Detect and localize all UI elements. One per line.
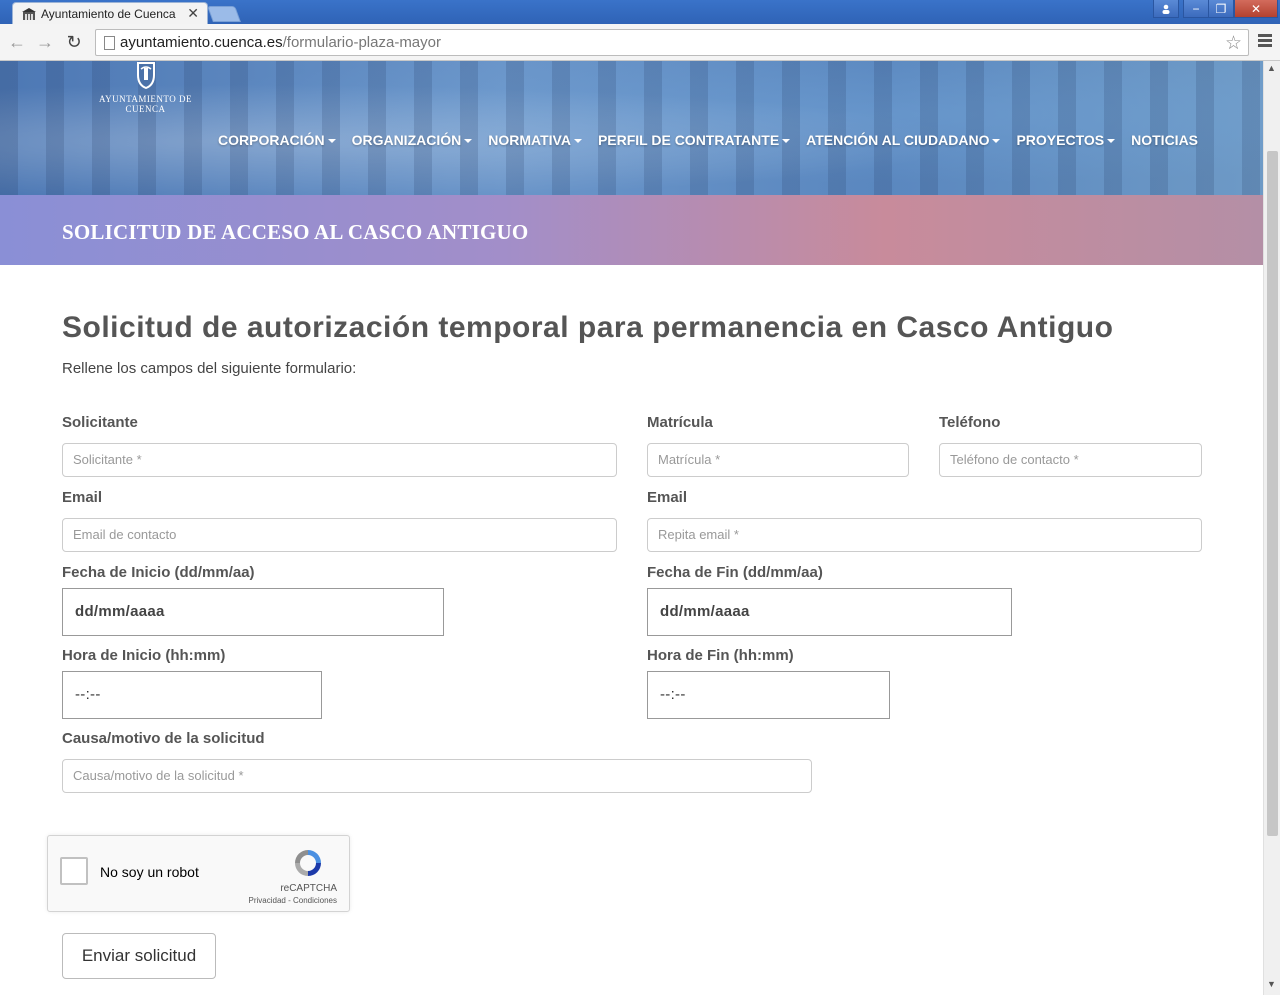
recaptcha-links[interactable]: Privacidad - Condiciones xyxy=(249,896,338,905)
vertical-scrollbar[interactable]: ▲ ▼ xyxy=(1263,61,1280,995)
hero-header: AYUNTAMIENTO DE CUENCA CORPORACIÓN ORGANI… xyxy=(0,61,1263,195)
solicitante-label: Solicitante xyxy=(62,414,138,431)
scroll-up-arrow-icon[interactable]: ▲ xyxy=(1267,63,1276,73)
email-confirm-input[interactable]: Repita email * xyxy=(647,518,1202,552)
caret-down-icon xyxy=(1107,139,1116,144)
fecha-inicio-input[interactable]: dd/mm/aaaa xyxy=(62,588,444,636)
nav-item-proyectos[interactable]: PROYECTOS xyxy=(1016,132,1116,148)
solicitante-input[interactable]: Solicitante * xyxy=(62,443,617,477)
hora-fin-input[interactable]: --:-- xyxy=(647,671,890,719)
fecha-fin-label: Fecha de Fin (dd/mm/aa) xyxy=(647,564,823,581)
fecha-inicio-label: Fecha de Inicio (dd/mm/aa) xyxy=(62,564,255,581)
forward-button[interactable]: → xyxy=(35,32,55,52)
email-confirm-label: Email xyxy=(647,489,688,506)
telefono-label: Teléfono xyxy=(939,414,1001,431)
caret-down-icon xyxy=(327,139,336,144)
browser-toolbar: ← → ↻ ayuntamiento.cuenca.es/formulario-… xyxy=(0,24,1280,61)
nav-item-perfil-de-contratante[interactable]: PERFIL DE CONTRATANTE xyxy=(598,132,791,148)
caret-down-icon xyxy=(464,139,473,144)
scroll-down-arrow-icon[interactable]: ▼ xyxy=(1267,979,1276,989)
browser-tab[interactable]: Ayuntamiento de Cuenca ✕ xyxy=(12,2,208,24)
submit-button[interactable]: Enviar solicitud xyxy=(62,933,216,979)
causa-input[interactable]: Causa/motivo de la solicitud * xyxy=(62,759,812,793)
email-label: Email xyxy=(62,489,103,506)
close-window-button[interactable]: ✕ xyxy=(1234,0,1278,18)
tab-title: Ayuntamiento de Cuenca xyxy=(41,7,176,21)
back-button[interactable]: ← xyxy=(7,32,27,52)
browser-titlebar: Ayuntamiento de Cuenca ✕ − ❐ ✕ xyxy=(0,0,1280,24)
recaptcha-widget: No soy un robot reCAPTCHA Privacidad - C… xyxy=(47,835,350,912)
site-logo[interactable]: AYUNTAMIENTO DE CUENCA xyxy=(78,61,213,114)
reload-button[interactable]: ↻ xyxy=(64,32,84,52)
matricula-input[interactable]: Matrícula * xyxy=(647,443,909,477)
banner-title: SOLICITUD DE ACCESO AL CASCO ANTIGUO xyxy=(62,220,529,244)
coat-of-arms-icon xyxy=(78,61,213,94)
town-hall-favicon-icon xyxy=(22,8,36,20)
causa-label: Causa/motivo de la solicitud xyxy=(62,730,265,747)
caret-down-icon xyxy=(992,139,1001,144)
recaptcha-brand: reCAPTCHA xyxy=(280,883,337,894)
new-tab-button[interactable] xyxy=(207,6,241,22)
scroll-thumb[interactable] xyxy=(1267,151,1278,836)
user-icon[interactable] xyxy=(1153,0,1179,18)
form-instructions: Rellene los campos del siguiente formula… xyxy=(62,360,357,377)
hora-inicio-label: Hora de Inicio (hh:mm) xyxy=(62,647,226,664)
hora-inicio-input[interactable]: --:-- xyxy=(62,671,322,719)
caret-down-icon xyxy=(573,139,582,144)
nav-item-noticias[interactable]: NOTICIAS xyxy=(1131,132,1198,148)
main-navigation: CORPORACIÓN ORGANIZACIÓN NORMATIVA PERFIL D… xyxy=(218,132,1214,148)
recaptcha-logo-icon xyxy=(295,850,321,876)
telefono-input[interactable]: Teléfono de contacto * xyxy=(939,443,1202,477)
page-icon xyxy=(104,36,115,50)
nav-item-organizaci-n[interactable]: ORGANIZACIÓN xyxy=(352,132,473,148)
maximize-button[interactable]: ❐ xyxy=(1208,0,1234,18)
recaptcha-checkbox[interactable] xyxy=(60,857,88,885)
minimize-button[interactable]: − xyxy=(1183,0,1209,18)
chrome-menu-icon[interactable] xyxy=(1258,34,1272,48)
form-section: Solicitud de autorización temporal para … xyxy=(0,265,1263,995)
caret-down-icon xyxy=(782,139,791,144)
page-banner: SOLICITUD DE ACCESO AL CASCO ANTIGUO xyxy=(0,195,1263,265)
bookmark-star-icon[interactable]: ☆ xyxy=(1225,32,1242,55)
nav-item-normativa[interactable]: NORMATIVA xyxy=(488,132,582,148)
tab-close-icon[interactable]: ✕ xyxy=(187,5,199,22)
hora-fin-label: Hora de Fin (hh:mm) xyxy=(647,647,794,664)
page-title: Solicitud de autorización temporal para … xyxy=(62,311,1114,344)
recaptcha-label: No soy un robot xyxy=(100,864,199,880)
fecha-fin-input[interactable]: dd/mm/aaaa xyxy=(647,588,1012,636)
matricula-label: Matrícula xyxy=(647,414,713,431)
logo-text: AYUNTAMIENTO DE CUENCA xyxy=(98,94,193,114)
address-bar[interactable]: ayuntamiento.cuenca.es/formulario-plaza-… xyxy=(95,29,1249,56)
page-viewport: AYUNTAMIENTO DE CUENCA CORPORACIÓN ORGANI… xyxy=(0,61,1263,995)
email-input[interactable]: Email de contacto xyxy=(62,518,617,552)
nav-item-atenci-n-al-ciudadano[interactable]: ATENCIÓN AL CIUDADANO xyxy=(806,132,1001,148)
url-text: ayuntamiento.cuenca.es/formulario-plaza-… xyxy=(120,34,441,51)
nav-item-corporaci-n[interactable]: CORPORACIÓN xyxy=(218,132,336,148)
